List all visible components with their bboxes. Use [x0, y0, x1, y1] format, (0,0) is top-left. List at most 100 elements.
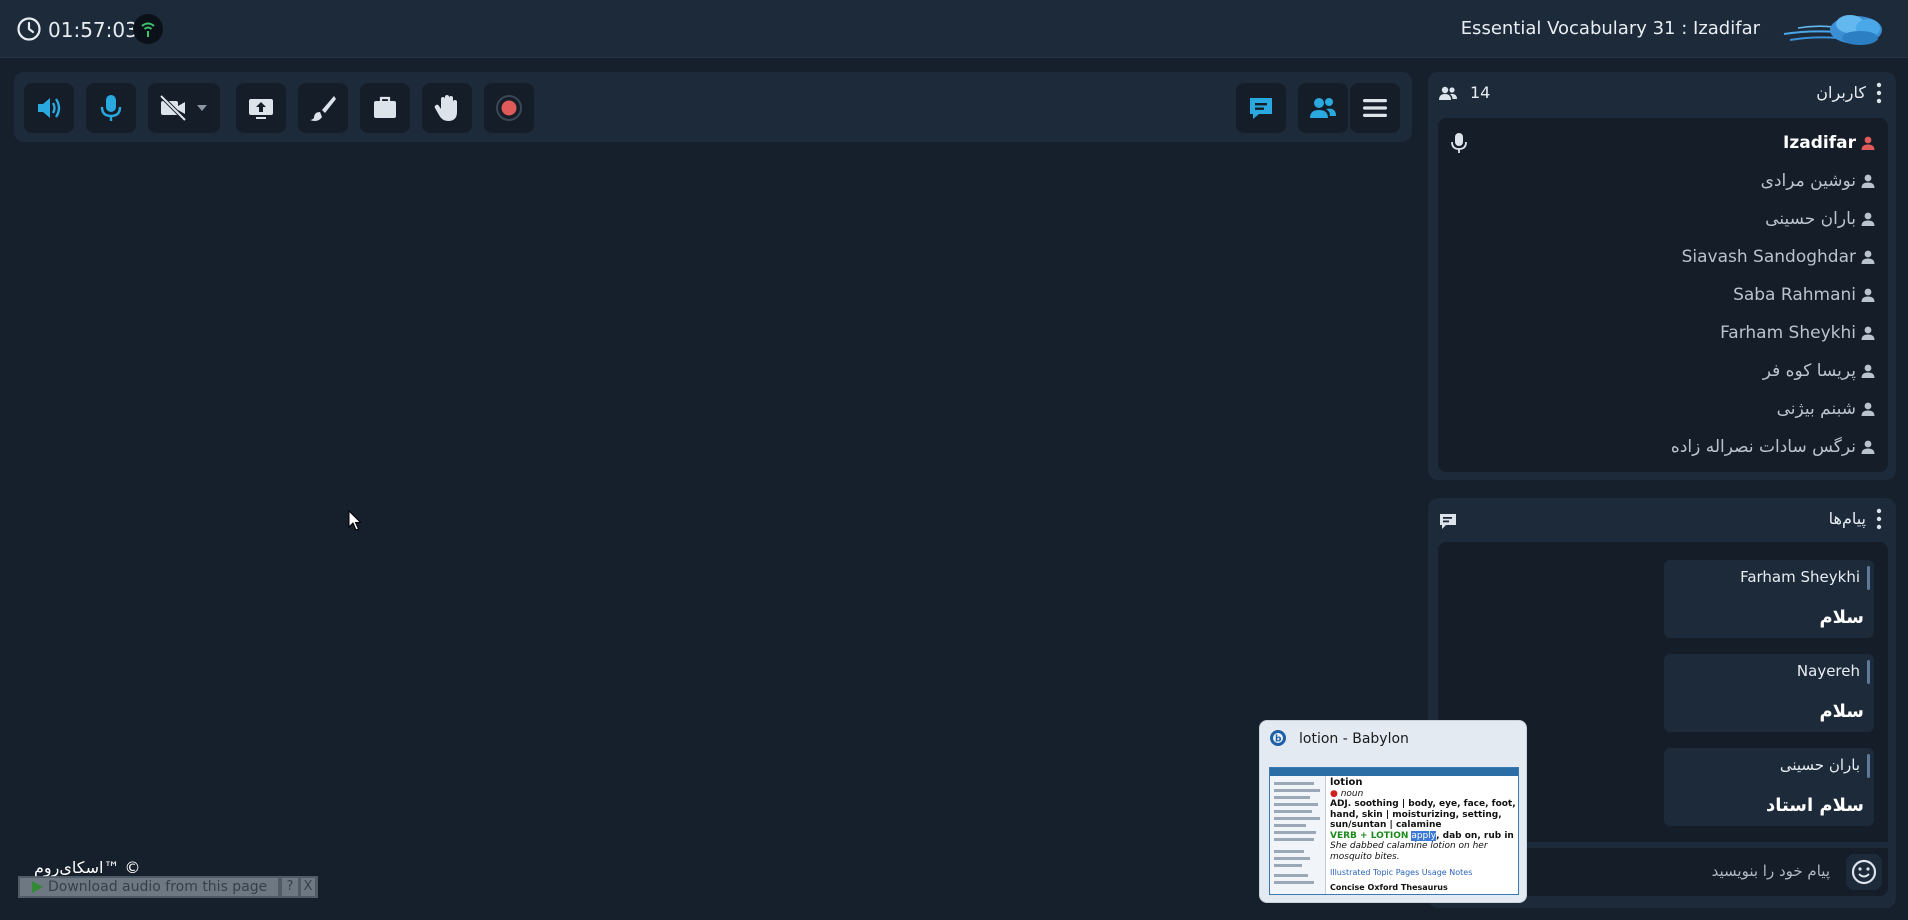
main-toolbar	[14, 72, 1412, 142]
messages-panel-title: پیام‌ها	[1828, 509, 1866, 528]
user-name: باران حسینی	[1765, 209, 1856, 229]
svg-text:b: b	[1275, 735, 1282, 745]
verb-highlight: apply	[1411, 830, 1437, 841]
download-help-button[interactable]: ?	[282, 878, 298, 896]
user-item[interactable]: شبنم بیژنی	[1777, 396, 1876, 422]
message-sender: باران حسینی	[1779, 756, 1860, 774]
camera-off-icon	[159, 94, 187, 122]
message-item: باران حسینی سلام استاد	[1664, 748, 1874, 826]
chat-toggle-button[interactable]	[1236, 83, 1286, 133]
user-icon	[1861, 402, 1875, 416]
camera-button[interactable]	[148, 83, 220, 133]
user-item[interactable]: باران حسینی	[1765, 206, 1876, 232]
thumbnail-content: lotion ● noun ADJ. soothing | body, eye,…	[1330, 777, 1516, 877]
menu-button[interactable]	[1350, 83, 1400, 133]
download-close-button[interactable]: X	[301, 878, 315, 896]
play-icon	[32, 881, 43, 893]
clock-icon	[17, 17, 41, 41]
share-screen-button[interactable]	[236, 83, 286, 133]
main-stage[interactable]	[14, 150, 1412, 910]
hamburger-menu-icon	[1363, 99, 1387, 117]
download-audio-label: Download audio from this page	[48, 879, 268, 895]
preview-window-title: lotion - Babylon	[1299, 731, 1409, 747]
chat-small-icon	[1440, 514, 1456, 529]
thumbnail-title-bar	[1270, 768, 1518, 776]
user-icon	[1861, 364, 1875, 378]
user-name: Farham Sheykhi	[1720, 323, 1856, 343]
emoji-button[interactable]	[1846, 854, 1882, 890]
speaker-button[interactable]	[24, 83, 74, 133]
user-item[interactable]: Farham Sheykhi	[1720, 320, 1876, 346]
skyroom-logo	[1783, 15, 1882, 45]
verb-label: VERB + LOTION	[1330, 830, 1409, 841]
message-accent-bar	[1867, 660, 1870, 684]
message-input[interactable]: پیام خود را بنویسید	[1712, 862, 1830, 880]
user-icon	[1861, 326, 1875, 340]
elapsed-time: 01:57:03	[48, 18, 138, 42]
users-small-icon	[1439, 86, 1457, 100]
hand-icon	[434, 95, 457, 121]
microphone-icon	[100, 95, 122, 121]
users-toggle-button[interactable]	[1298, 83, 1348, 133]
user-item[interactable]: نرگس سادات نصراله زاده	[1671, 434, 1876, 460]
record-icon	[496, 95, 522, 121]
preview-thumbnail: lotion ● noun ADJ. soothing | body, eye,…	[1269, 767, 1519, 895]
users-panel-header: 14 کاربران	[1428, 72, 1896, 114]
microphone-button[interactable]	[86, 83, 136, 133]
user-item[interactable]: Saba Rahmani	[1733, 282, 1876, 308]
user-icon	[1861, 212, 1875, 226]
users-list: Izadifar نوشین مرادی باران حسینی Siavash…	[1438, 118, 1888, 472]
entry-word: lotion	[1330, 777, 1363, 788]
user-icon	[1861, 174, 1875, 188]
user-name: نوشین مرادی	[1760, 171, 1856, 191]
message-text: سلام	[1819, 607, 1864, 628]
message-text: سلام	[1819, 701, 1864, 722]
verb-rest: , dab on, rub in	[1436, 830, 1514, 841]
users-panel: 14 کاربران Izadifar نوشین مرادی باران حس…	[1428, 72, 1896, 480]
user-name: پریسا کوه فر	[1762, 361, 1856, 381]
files-button[interactable]	[360, 83, 410, 133]
messages-panel-kebab-icon[interactable]	[1876, 508, 1882, 530]
room-title: Essential Vocabulary 31 : Izadifar	[1460, 18, 1760, 39]
download-audio-button[interactable]: Download audio from this page	[20, 878, 278, 896]
connection-signal-icon[interactable]	[133, 14, 163, 44]
example-sentence: She dabbed calamine lotion on her mosqui…	[1330, 841, 1488, 862]
top-bar: 01:57:03 Essential Vocabulary 31 : Izadi…	[0, 0, 1908, 58]
user-name: Siavash Sandoghdar	[1681, 247, 1856, 267]
briefcase-icon	[374, 96, 396, 118]
thumbnail-sidebar	[1270, 776, 1326, 894]
download-audio-bar: Download audio from this page ? X	[18, 876, 318, 898]
host-microphone-icon	[1451, 133, 1467, 153]
preview-links: Illustrated Topic Pages Usage Notes	[1330, 868, 1473, 877]
users-icon	[1310, 98, 1336, 118]
users-panel-kebab-icon[interactable]	[1876, 82, 1882, 104]
message-item: Nayereh سلام	[1664, 654, 1874, 732]
user-item[interactable]: پریسا کوه فر	[1763, 358, 1876, 384]
user-item-host[interactable]: Izadifar	[1783, 130, 1876, 156]
user-name: Saba Rahmani	[1733, 285, 1856, 305]
message-sender: Nayereh	[1796, 662, 1860, 680]
mouse-cursor-icon	[348, 510, 362, 531]
whiteboard-button[interactable]	[298, 83, 348, 133]
brush-icon	[310, 96, 336, 121]
chevron-down-icon[interactable]	[196, 104, 208, 112]
user-item[interactable]: Siavash Sandoghdar	[1682, 244, 1876, 270]
raise-hand-button[interactable]	[422, 83, 472, 133]
babylon-app-icon: b	[1270, 730, 1286, 746]
thesaurus-source: Concise Oxford Thesaurus	[1330, 883, 1448, 892]
user-icon	[1861, 288, 1875, 302]
taskbar-window-preview[interactable]: b lotion - Babylon lotion ● noun ADJ. so…	[1259, 720, 1527, 903]
record-button[interactable]	[484, 83, 534, 133]
message-item: Farham Sheykhi سلام	[1664, 560, 1874, 638]
user-name: شبنم بیژنی	[1776, 399, 1856, 419]
message-sender: Farham Sheykhi	[1740, 568, 1860, 586]
user-name: Izadifar	[1783, 133, 1856, 153]
message-accent-bar	[1867, 566, 1870, 590]
user-icon	[1861, 250, 1875, 264]
share-screen-icon	[249, 99, 273, 119]
user-item[interactable]: نوشین مرادی	[1761, 168, 1876, 194]
part-of-speech: noun	[1340, 788, 1364, 799]
smiley-icon	[1851, 859, 1877, 885]
user-host-icon	[1861, 136, 1875, 150]
users-panel-title: کاربران	[1816, 83, 1866, 102]
